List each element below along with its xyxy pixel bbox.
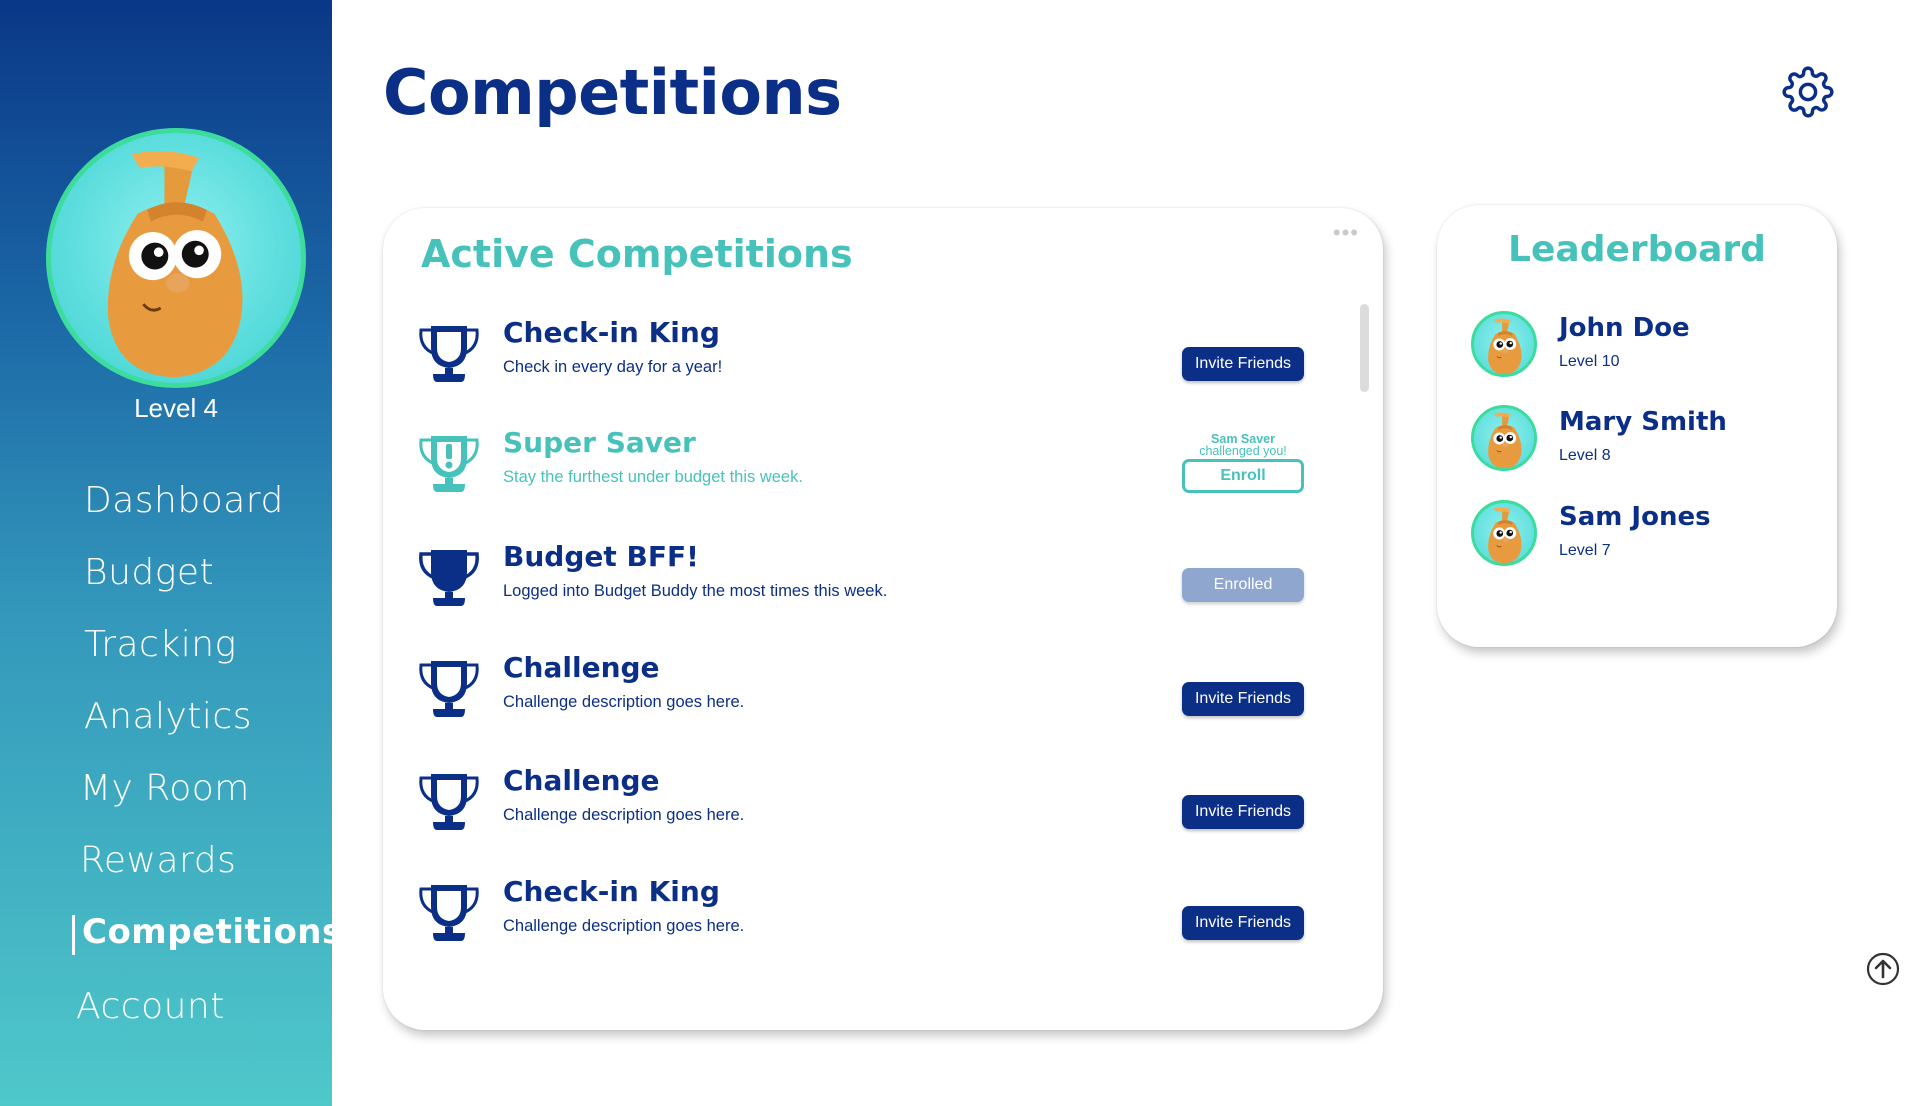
leaderboard-entry[interactable]: John Doe Level 10 [1437,311,1837,383]
nav-tracking[interactable]: Tracking [84,624,237,665]
invite-friends-button[interactable]: Invite Friends [1182,906,1304,940]
trophy-outline-icon [419,774,479,830]
nav-competitions[interactable]: Competitions [82,912,343,952]
page-title: Competitions [383,56,842,129]
scroll-to-top-icon[interactable] [1866,952,1900,986]
more-options-icon[interactable]: ••• [1333,220,1359,246]
competition-row: Check-in King Challenge description goes… [383,875,1383,965]
leaderboard-level: Level 10 [1559,353,1620,370]
invite-friends-button[interactable]: Invite Friends [1182,347,1304,381]
nav-my-room[interactable]: My Room [80,768,250,809]
leaderboard-title: Leaderboard [1508,229,1766,270]
avatar [1471,311,1537,377]
challenge-text: challenged you! [1199,444,1287,458]
competition-description: Challenge description goes here. [503,806,745,824]
leaderboard-name: John Doe [1559,313,1690,343]
trophy-outline-icon [419,326,479,382]
mascot-image [1474,408,1536,470]
competition-name: Budget BFF! [503,540,699,573]
leaderboard-card: Leaderboard John Doe Level 10 Mary Smith… [1437,205,1837,647]
trophy-outline-icon [419,885,479,941]
active-competitions-card: Active Competitions ••• Check-in King Ch… [383,208,1383,1030]
gear-icon[interactable] [1782,66,1834,118]
mascot-image [51,133,301,383]
nav-budget[interactable]: Budget [84,552,214,593]
competition-name: Check-in King [503,316,720,349]
enroll-button[interactable]: Enroll [1182,459,1304,493]
competition-name: Challenge [503,764,660,797]
avatar [1471,500,1537,566]
competition-description: Challenge description goes here. [503,917,745,935]
leaderboard-entry[interactable]: Sam Jones Level 7 [1437,500,1837,572]
competition-description: Challenge description goes here. [503,693,745,711]
mascot-image [1474,503,1536,565]
leaderboard-level: Level 7 [1559,542,1611,559]
user-avatar[interactable] [46,128,306,388]
nav-dashboard[interactable]: Dashboard [84,480,284,521]
invite-friends-button[interactable]: Invite Friends [1182,682,1304,716]
nav-analytics[interactable]: Analytics [84,696,252,737]
competition-row: Budget BFF! Logged into Budget Buddy the… [383,540,1383,630]
leaderboard-name: Sam Jones [1559,502,1711,532]
trophy-outline-icon [419,661,479,717]
competition-name: Check-in King [503,875,720,908]
competition-row: Super Saver Stay the furthest under budg… [383,426,1383,516]
competition-description: Logged into Budget Buddy the most times … [503,582,888,600]
invite-friends-button[interactable]: Invite Friends [1182,795,1304,829]
active-competitions-title: Active Competitions [421,232,853,276]
avatar [1471,405,1537,471]
competition-row: Check-in King Check in every day for a y… [383,316,1383,406]
competition-row: Challenge Challenge description goes her… [383,764,1383,854]
trophy-solid-icon [419,550,479,606]
leaderboard-level: Level 8 [1559,447,1611,464]
competition-row: Challenge Challenge description goes her… [383,651,1383,741]
nav-account[interactable]: Account [76,986,225,1027]
sidebar: Level 4 Dashboard Budget Tracking Analyt… [0,0,342,1106]
user-level: Level 4 [134,393,218,423]
competition-name: Super Saver [503,426,696,459]
competition-description: Stay the furthest under budget this week… [503,468,803,486]
challenge-notice: Sam Saver challenged you! [1163,433,1323,458]
nav-active-indicator [72,915,75,955]
nav-rewards[interactable]: Rewards [80,840,236,881]
competition-description: Check in every day for a year! [503,358,723,376]
leaderboard-name: Mary Smith [1559,407,1727,437]
competition-name: Challenge [503,651,660,684]
mascot-image [1474,314,1536,376]
enrolled-button[interactable]: Enrolled [1182,568,1304,602]
leaderboard-entry[interactable]: Mary Smith Level 8 [1437,405,1837,477]
trophy-exclamation-icon [419,436,479,492]
